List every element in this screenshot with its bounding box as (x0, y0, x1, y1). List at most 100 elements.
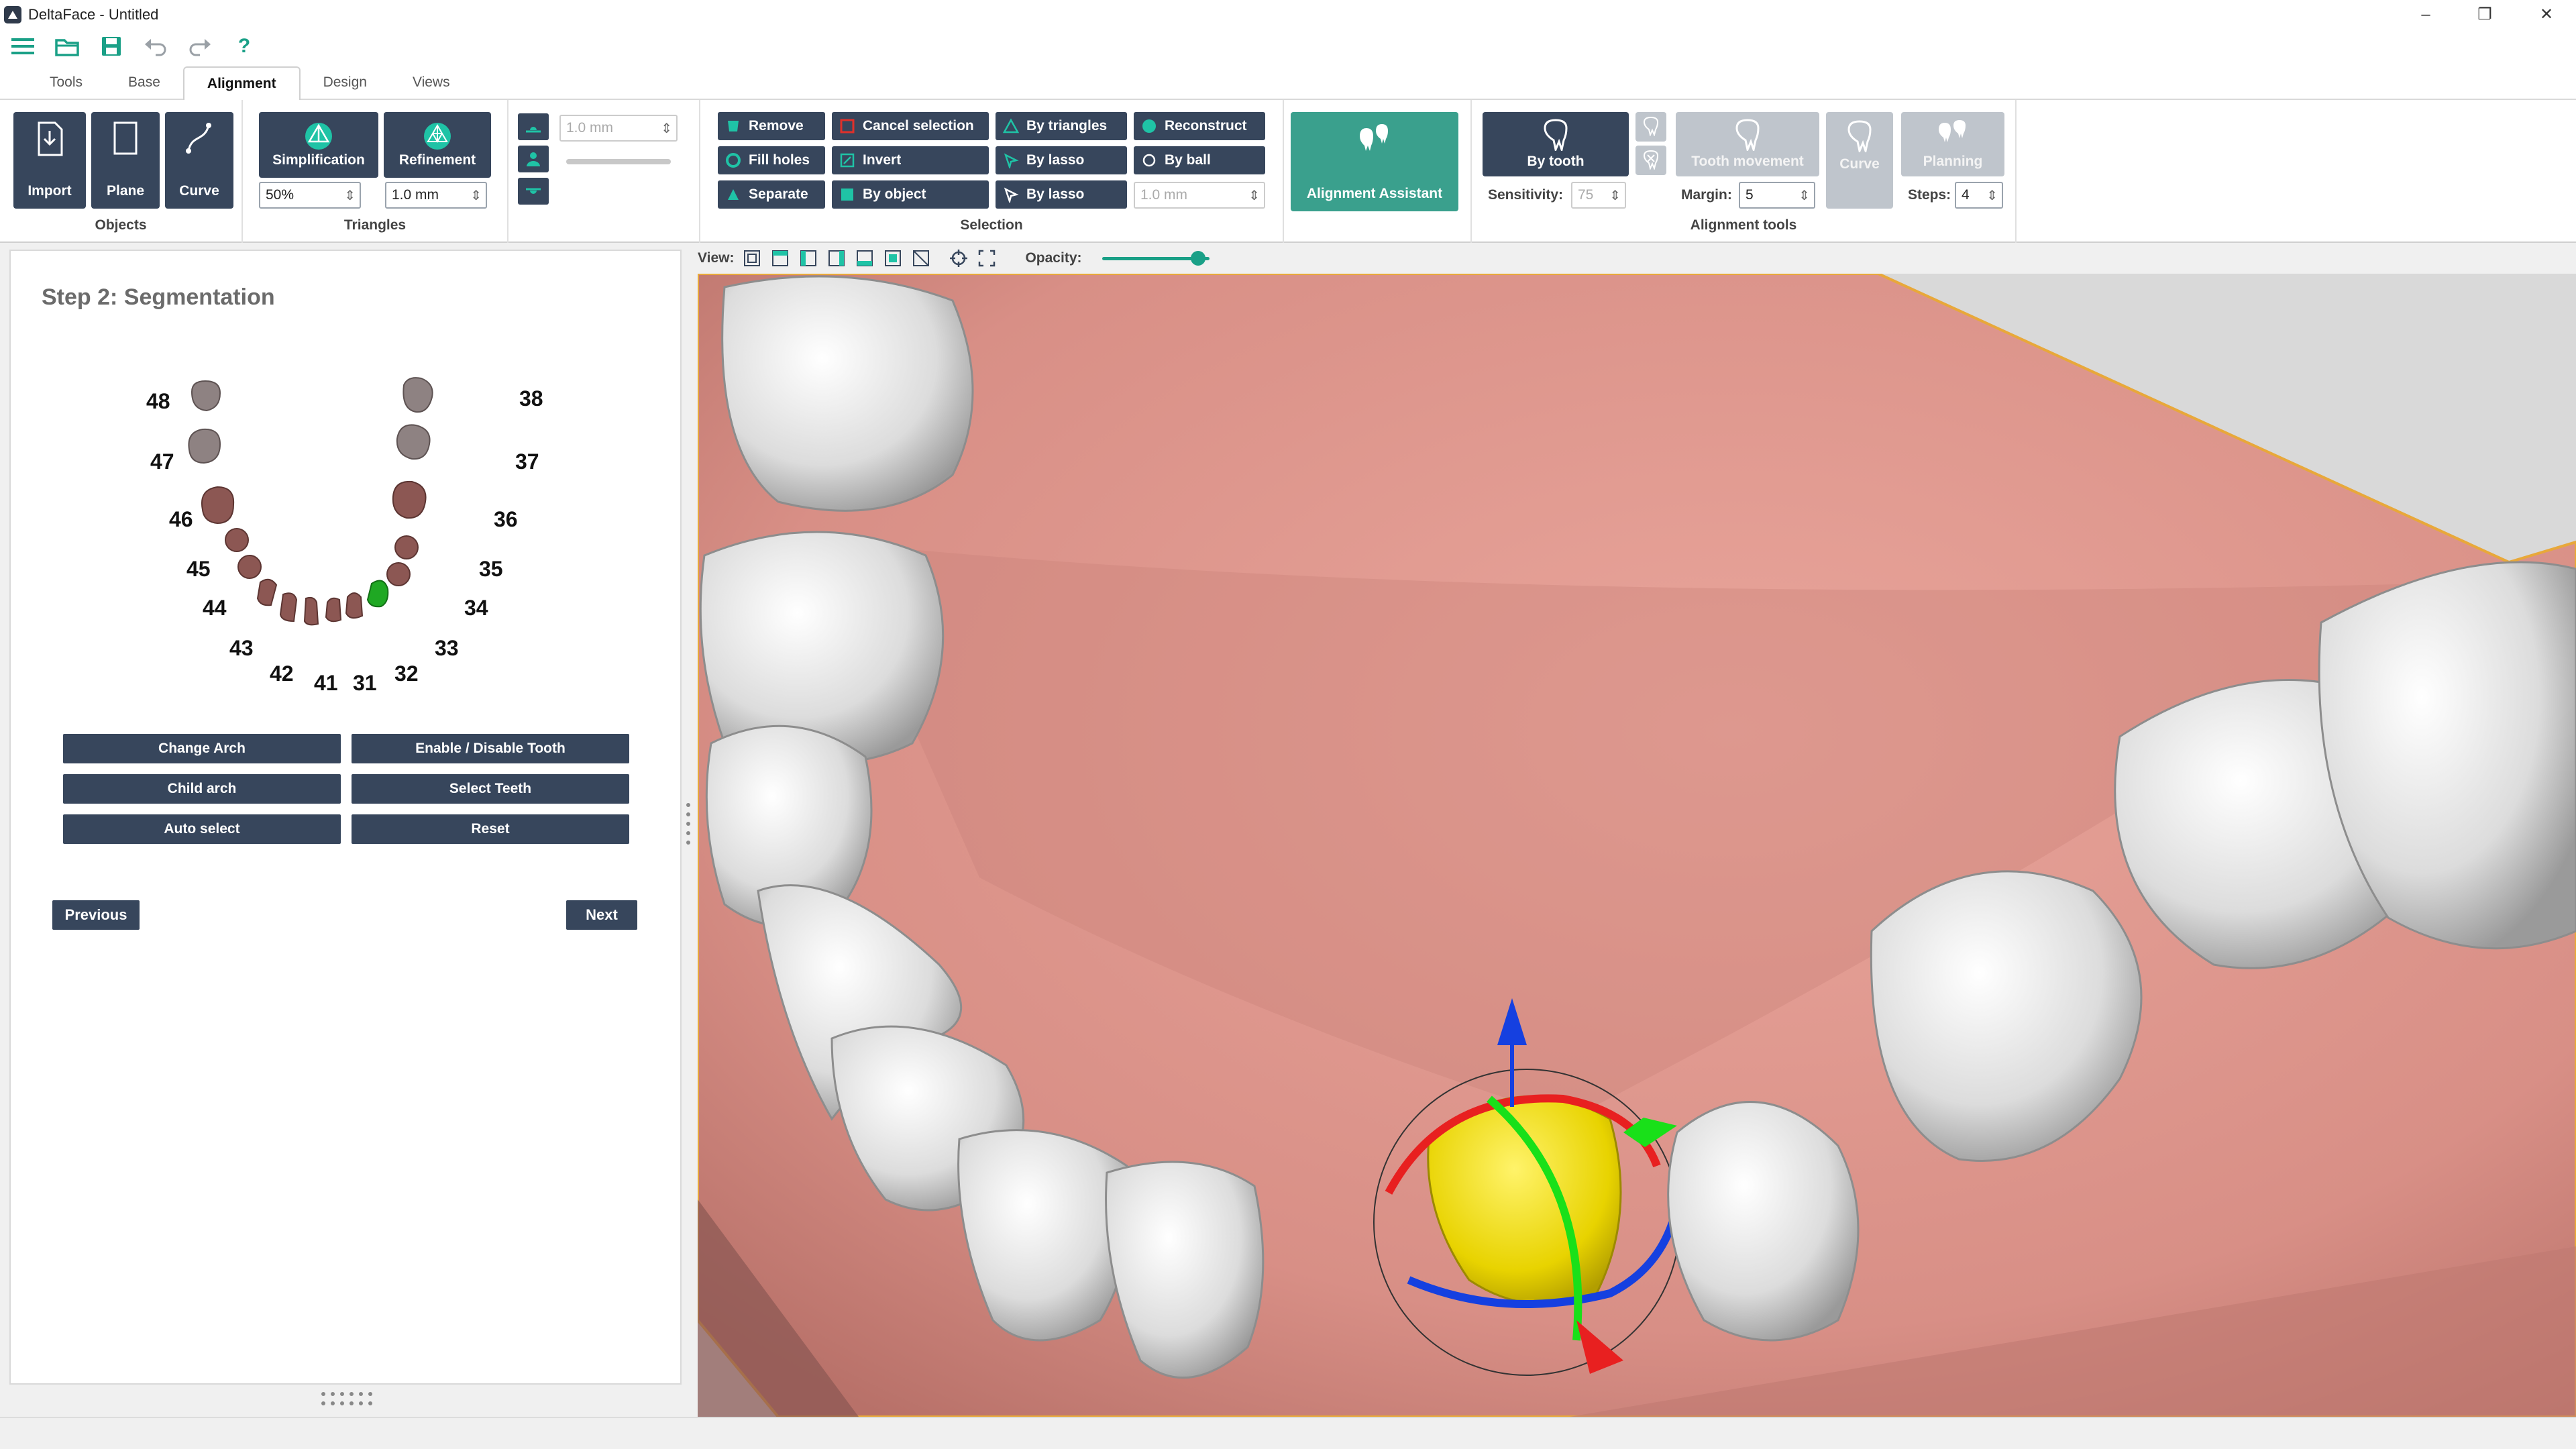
app-logo-icon (4, 5, 21, 23)
tooth-44[interactable] (237, 555, 262, 579)
tooth-35[interactable] (394, 535, 419, 559)
small-tooth-x-icon[interactable] (1635, 146, 1666, 175)
view-top-icon[interactable] (770, 248, 790, 268)
tooth-46[interactable] (201, 486, 235, 525)
tab-views[interactable]: Views (390, 74, 473, 99)
select-teeth-button[interactable]: Select Teeth (352, 774, 629, 804)
tooth-33[interactable] (366, 580, 389, 608)
tooth-48[interactable] (191, 380, 221, 412)
by-object-button[interactable]: By object (832, 180, 989, 209)
help-icon[interactable]: ? (231, 33, 258, 60)
reconstruct-button[interactable]: Reconstruct (1134, 112, 1265, 140)
separate-button[interactable]: Separate (718, 180, 825, 209)
simplification-button[interactable]: Simplification (259, 112, 378, 178)
panel-resize-handle[interactable] (319, 1389, 373, 1409)
view-right-icon[interactable] (826, 248, 847, 268)
opacity-slider-thumb[interactable] (1190, 251, 1205, 266)
view-iso-icon[interactable] (911, 248, 931, 268)
fill-holes-button[interactable]: Fill holes (718, 146, 825, 174)
tooth-31[interactable] (325, 597, 342, 623)
plane-tools-group: 1.0 mm (508, 100, 700, 243)
minimize-button[interactable]: – (2396, 0, 2455, 29)
tooth-number: 33 (435, 636, 459, 660)
center-view-icon[interactable] (949, 248, 969, 268)
plane-slider[interactable] (566, 159, 671, 164)
import-button[interactable]: Import (13, 112, 86, 209)
plane-person-icon[interactable] (518, 146, 549, 172)
segmentation-panel: Step 2: Segmentation 48 47 46 45 44 43 4… (9, 250, 682, 1385)
tooth-movement-button[interactable]: Tooth movement (1676, 112, 1819, 176)
panel-splitter-handle[interactable] (686, 798, 691, 852)
alignment-assistant-button[interactable]: Alignment Assistant (1291, 112, 1458, 211)
by-tooth-button[interactable]: By tooth (1483, 112, 1629, 176)
change-arch-button[interactable]: Change Arch (63, 734, 341, 763)
fill-holes-icon (724, 152, 742, 169)
tooth-32[interactable] (345, 592, 364, 619)
tooth-45[interactable] (225, 528, 249, 552)
next-button[interactable]: Next (566, 900, 637, 930)
redo-icon[interactable] (186, 33, 213, 60)
steps-input[interactable]: 4 (1955, 182, 2003, 209)
by-lasso-2-button[interactable]: By lasso (996, 180, 1127, 209)
plane-distance-input[interactable]: 1.0 mm (559, 115, 678, 142)
plane-button[interactable]: Plane (91, 112, 160, 209)
save-icon[interactable] (98, 33, 125, 60)
ribbon: Import Plane Curve Objects Simplificatio… (0, 100, 2576, 243)
margin-input[interactable]: 5 (1739, 182, 1815, 209)
sensitivity-input[interactable]: 75 (1571, 182, 1626, 209)
remove-button[interactable]: Remove (718, 112, 825, 140)
by-ball-button[interactable]: By ball (1134, 146, 1265, 174)
plane-bottom-icon[interactable] (518, 178, 549, 205)
tooth-41[interactable] (303, 596, 319, 626)
tooth-curve-icon (1847, 120, 1872, 152)
view-back-icon[interactable] (883, 248, 903, 268)
view-toolbar: View: Opacity: (691, 243, 2576, 274)
plane-top-icon[interactable] (518, 113, 549, 140)
small-tooth-icon[interactable] (1635, 112, 1666, 142)
undo-icon[interactable] (142, 33, 169, 60)
simplification-input[interactable]: 50% (259, 182, 361, 209)
planning-button[interactable]: Planning (1901, 112, 2004, 176)
tooth-34[interactable] (386, 562, 411, 586)
open-folder-icon[interactable] (54, 33, 80, 60)
view-front-icon[interactable] (742, 248, 762, 268)
tooth-42[interactable] (279, 592, 298, 623)
menu-icon[interactable] (9, 33, 36, 60)
3d-viewport[interactable] (698, 274, 2576, 1417)
fit-view-icon[interactable] (977, 248, 997, 268)
restore-button[interactable]: ❐ (2455, 0, 2514, 29)
enable-disable-tooth-button[interactable]: Enable / Disable Tooth (352, 734, 629, 763)
invert-button[interactable]: Invert (832, 146, 989, 174)
tooth-36[interactable] (392, 480, 427, 519)
view-label: View: (698, 250, 735, 266)
tab-tools[interactable]: Tools (27, 74, 105, 99)
tooth-38[interactable] (402, 377, 433, 413)
reset-button[interactable]: Reset (352, 814, 629, 844)
tooth-37[interactable] (396, 424, 431, 460)
tooth-47[interactable] (188, 428, 221, 464)
close-button[interactable]: ✕ (2517, 0, 2576, 29)
tab-alignment[interactable]: Alignment (182, 66, 301, 100)
auto-select-button[interactable]: Auto select (63, 814, 341, 844)
refinement-input[interactable]: 1.0 mm (385, 182, 487, 209)
view-left-icon[interactable] (798, 248, 818, 268)
previous-button[interactable]: Previous (52, 900, 140, 930)
invert-icon (839, 152, 856, 169)
assistant-group: Alignment Assistant (1284, 100, 1472, 243)
cancel-selection-button[interactable]: Cancel selection (832, 112, 989, 140)
tooth-number: 47 (150, 449, 174, 474)
ball-size-input[interactable]: 1.0 mm (1134, 182, 1265, 209)
alignment-curve-button[interactable]: Curve (1826, 112, 1893, 209)
tooth-number: 37 (515, 449, 539, 474)
tab-design[interactable]: Design (301, 74, 390, 99)
opacity-slider[interactable] (1102, 251, 1210, 266)
by-triangles-button[interactable]: By triangles (996, 112, 1127, 140)
view-bottom-icon[interactable] (855, 248, 875, 268)
remove-icon (724, 117, 742, 135)
by-lasso-button[interactable]: By lasso (996, 146, 1127, 174)
refinement-button[interactable]: Refinement (384, 112, 491, 178)
child-arch-button[interactable]: Child arch (63, 774, 341, 804)
tooth-43[interactable] (256, 578, 278, 606)
curve-button[interactable]: Curve (165, 112, 233, 209)
tab-base[interactable]: Base (105, 74, 183, 99)
